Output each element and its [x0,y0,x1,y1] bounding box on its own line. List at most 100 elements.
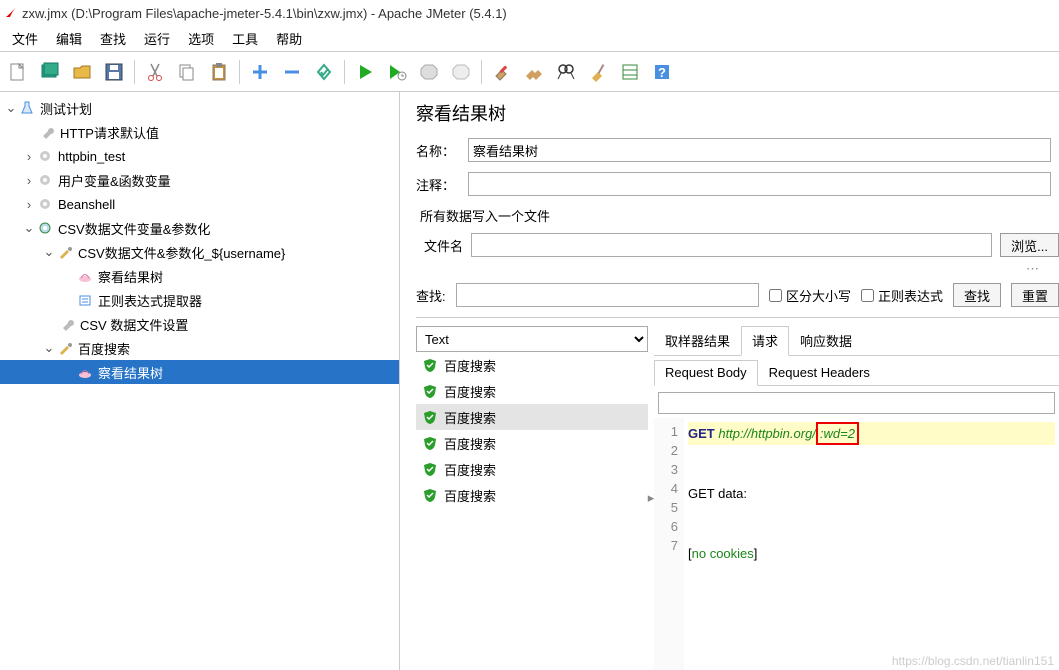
case-sensitive-checkbox[interactable]: 区分大小写 [769,286,851,305]
search-button[interactable]: 查找 [953,283,1001,307]
toolbar: ? [0,52,1059,92]
tree-view-results-1[interactable]: 察看结果树 [98,267,163,286]
result-item[interactable]: 百度搜索 [416,378,648,404]
tree-beanshell[interactable]: Beanshell [58,197,115,212]
save-icon[interactable] [100,58,128,86]
result-item[interactable]: 百度搜索 [416,404,648,430]
result-item[interactable]: 百度搜索 [416,482,648,508]
result-item[interactable]: 百度搜索 [416,430,648,456]
menu-edit[interactable]: 编辑 [50,27,88,50]
svg-text:?: ? [658,65,666,80]
tree-selected-listener[interactable]: 察看结果树 [98,363,163,382]
shutdown-icon[interactable] [447,58,475,86]
panel-title: 察看结果树 [416,100,1059,126]
gear-icon [36,171,54,189]
menu-file[interactable]: 文件 [6,27,44,50]
menu-help[interactable]: 帮助 [270,27,308,50]
result-item[interactable]: 百度搜索 [416,352,648,378]
extractor-icon [76,291,94,309]
twisty-icon[interactable]: ⌄ [42,244,56,260]
menu-run[interactable]: 运行 [138,27,176,50]
start-icon[interactable] [351,58,379,86]
twisty-icon[interactable]: ⌄ [22,220,36,236]
config-icon [58,315,76,333]
thread-group-icon [36,219,54,237]
tree-csv-group[interactable]: CSV数据文件变量&参数化 [58,219,210,238]
results-list[interactable]: 百度搜索百度搜索百度搜索百度搜索百度搜索百度搜索 [416,352,648,670]
templates-icon[interactable] [36,58,64,86]
comment-label: 注释： [416,175,468,194]
highlighted-param: :wd=2 [816,422,859,445]
tree-http-defaults[interactable]: HTTP请求默认值 [60,123,159,142]
success-icon [422,461,438,477]
subtab-headers[interactable]: Request Headers [758,360,881,385]
search-input[interactable] [456,283,759,307]
request-address-input[interactable] [658,392,1055,414]
clear-icon[interactable] [488,58,516,86]
code-body[interactable]: GET http://httpbin.org/:wd=2 GET data: [… [684,418,1059,670]
function-helper-icon[interactable] [616,58,644,86]
listener-icon [76,267,94,285]
name-label: 名称： [416,141,468,160]
subtab-body[interactable]: Request Body [654,360,758,386]
search-tree-icon[interactable] [552,58,580,86]
expand-icon[interactable] [246,58,274,86]
gear-icon [36,195,54,213]
write-all-data-label: 所有数据写入一个文件 [420,206,1059,225]
result-tabs: 取样器结果 请求 响应数据 [654,326,1059,356]
line-gutter: 1234567 [654,418,684,670]
start-no-timers-icon[interactable] [383,58,411,86]
tab-request[interactable]: 请求 [741,326,789,356]
regex-checkbox[interactable]: 正则表达式 [861,286,943,305]
open-icon[interactable] [68,58,96,86]
filename-input[interactable] [471,233,992,257]
sampler-icon [56,339,74,357]
success-icon [422,435,438,451]
renderer-select[interactable]: Text [416,326,648,352]
test-plan-tree[interactable]: ⌄ 测试计划 HTTP请求默认值 › httpbin_test › 用户变量&函… [0,92,400,670]
listener-icon [76,363,94,381]
tree-httpbin[interactable]: httpbin_test [58,149,125,164]
twisty-icon[interactable]: ⌄ [42,340,56,356]
twisty-icon[interactable]: ⌄ [4,100,18,116]
comment-input[interactable] [468,172,1051,196]
reset-search-icon[interactable] [584,58,612,86]
tab-sampler-result[interactable]: 取样器结果 [654,326,741,355]
request-body-code[interactable]: 1234567 GET http://httpbin.org/:wd=2 GET… [654,418,1059,670]
twisty-icon[interactable]: › [22,197,36,212]
clear-all-icon[interactable] [520,58,548,86]
new-icon[interactable] [4,58,32,86]
copy-icon[interactable] [173,58,201,86]
request-subtabs: Request Body Request Headers [654,360,1059,386]
twisty-icon[interactable]: › [22,173,36,188]
collapse-icon[interactable] [278,58,306,86]
tree-baidu[interactable]: 百度搜索 [78,339,130,358]
tree-vars[interactable]: 用户变量&函数变量 [58,171,171,190]
tree-regex[interactable]: 正则表达式提取器 [98,291,202,310]
tree-csv-param[interactable]: CSV数据文件&参数化_${username} [78,243,285,262]
tree-csv-set[interactable]: CSV 数据文件设置 [80,315,188,334]
name-input[interactable] [468,138,1051,162]
window-title: zxw.jmx (D:\Program Files\apache-jmeter-… [22,6,507,21]
menu-tools[interactable]: 工具 [226,27,264,50]
browse-button[interactable]: 浏览... [1000,233,1059,257]
help-icon[interactable]: ? [648,58,676,86]
menu-search[interactable]: 查找 [94,27,132,50]
stop-icon[interactable] [415,58,443,86]
jmeter-logo-icon [4,5,18,22]
twisty-icon[interactable]: › [22,149,36,164]
tree-root[interactable]: 测试计划 [40,99,92,118]
gear-icon [36,147,54,165]
wrench-icon [38,123,56,141]
menu-options[interactable]: 选项 [182,27,220,50]
success-icon [422,383,438,399]
reset-button[interactable]: 重置 [1011,283,1059,307]
test-plan-icon [18,99,36,117]
result-item[interactable]: 百度搜索 [416,456,648,482]
menu-bar: 文件 编辑 查找 运行 选项 工具 帮助 [0,26,1059,52]
toggle-icon[interactable] [310,58,338,86]
tab-response[interactable]: 响应数据 [789,326,863,355]
cut-icon[interactable] [141,58,169,86]
paste-icon[interactable] [205,58,233,86]
details-panel: 察看结果树 名称： 注释： 所有数据写入一个文件 文件名 浏览... ⋯ 查找:… [400,92,1059,670]
